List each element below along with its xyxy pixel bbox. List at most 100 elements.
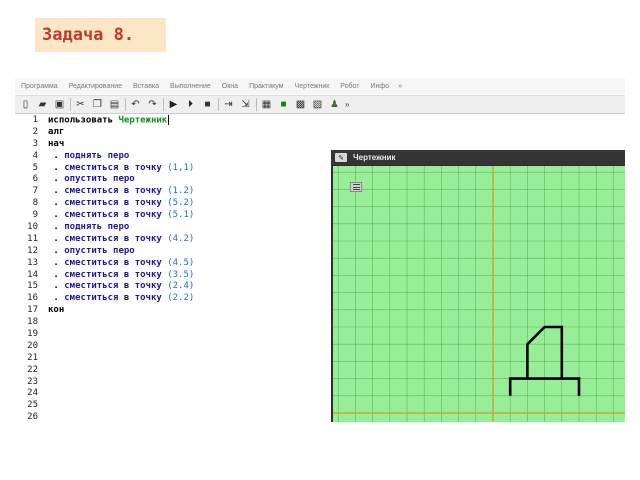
code-line[interactable]: . опустить перо [48, 174, 348, 186]
menu-item[interactable]: Выполнение [164, 83, 216, 90]
code-line[interactable]: . поднять перо [48, 151, 348, 163]
save-icon[interactable]: ▣ [53, 98, 66, 111]
cut-icon[interactable]: ✂ [74, 98, 87, 111]
line-number: 25 [27, 400, 38, 411]
code-token: сместиться в точку [64, 257, 168, 268]
code-token: сместиться в точку [64, 281, 168, 292]
code-line[interactable] [48, 388, 348, 400]
code-line[interactable] [48, 412, 348, 422]
code-line[interactable] [48, 353, 348, 365]
step-into-icon[interactable]: ⇲ [239, 98, 252, 111]
code-token: кон [48, 305, 65, 316]
code-token: сместиться в точку [64, 269, 168, 280]
grid-tools-icon[interactable]: ▧ [311, 98, 324, 111]
code-line[interactable] [48, 365, 348, 377]
code-line[interactable]: . сместиться в точку (4.2) [48, 234, 348, 246]
drawer-window: ✎ Чертежник [331, 150, 625, 422]
code-line[interactable] [48, 341, 348, 353]
code-line[interactable]: . сместиться в точку (1.2) [48, 186, 348, 198]
drawer-title: Чертежник [353, 153, 396, 162]
line-number: 13 [27, 257, 38, 268]
code-line[interactable]: . сместиться в точку (2.4) [48, 281, 348, 293]
code-line[interactable] [48, 377, 348, 389]
menu-item[interactable]: Робот [334, 83, 364, 90]
canvas-background [333, 166, 625, 422]
menu-bar: Программа Редактирование Вставка Выполнение… [15, 78, 625, 94]
grid-icon[interactable]: ▩ [294, 98, 307, 111]
kumir-window: Программа Редактирование Вставка Выполнение… [15, 78, 625, 422]
code-token: (2.2) [167, 293, 195, 304]
code-token: опустить перо [64, 174, 135, 185]
code-token: . [48, 281, 65, 292]
menu-more-icon[interactable]: » [394, 83, 406, 90]
code-line[interactable] [48, 329, 348, 341]
code-line[interactable]: . сместиться в точку (1,1) [48, 163, 348, 175]
menu-item[interactable]: Чертежник [289, 83, 335, 90]
stop-icon[interactable]: ■ [201, 98, 214, 111]
run-step-icon[interactable]: ⏵ [184, 98, 197, 111]
code-token: (5.1) [167, 210, 195, 221]
code-text[interactable]: использовать Чертежник алг нач . поднять п… [48, 115, 348, 422]
canvas-menu-button[interactable] [350, 182, 362, 192]
code-line[interactable]: алг [48, 127, 348, 139]
toolbar-more-icon[interactable]: » [345, 100, 349, 109]
code-line[interactable]: использовать Чертежник [48, 115, 348, 127]
line-number: 22 [27, 364, 38, 375]
step-over-icon[interactable]: ⇥ [222, 98, 235, 111]
line-number: 24 [27, 388, 38, 399]
drawer-titlebar[interactable]: ✎ Чертежник [331, 150, 625, 165]
code-line[interactable]: кон [48, 305, 348, 317]
open-folder-icon[interactable]: ▰ [36, 98, 49, 111]
code-token: . [48, 245, 65, 256]
code-line[interactable] [48, 317, 348, 329]
toolbar-separator [256, 98, 257, 111]
code-token: поднять перо [64, 150, 130, 161]
code-line[interactable]: . сместиться в точку (3.5) [48, 270, 348, 282]
code-token: использовать [48, 115, 119, 126]
panel-icon[interactable]: ▦ [260, 98, 273, 111]
new-file-icon[interactable]: ▯ [19, 98, 32, 111]
line-number-gutter: 1 2 3 4 5 6 7 8 9 10 11 12 13 14 15 16 17 18 19 20 21 22 23 24 2… [15, 115, 42, 422]
menu-item[interactable]: Окна [216, 83, 243, 90]
line-number: 2 [32, 126, 38, 137]
code-token: . [48, 293, 65, 304]
code-line[interactable]: . сместиться в точку (5.2) [48, 198, 348, 210]
line-number: 7 [32, 186, 38, 197]
toolbar-separator [218, 98, 219, 111]
pin-icon[interactable]: ✎ [335, 153, 347, 162]
code-token: (4.2) [167, 233, 195, 244]
code-line[interactable]: . поднять перо [48, 222, 348, 234]
drawer-canvas[interactable] [333, 166, 625, 422]
menu-item[interactable]: Инфо [365, 83, 395, 90]
robot-icon[interactable]: ♟ [328, 98, 341, 111]
copy-icon[interactable]: ❐ [91, 98, 104, 111]
menu-item[interactable]: Практикум [243, 83, 288, 90]
code-line[interactable]: . опустить перо [48, 246, 348, 258]
code-token: (4.5) [167, 257, 195, 268]
paste-icon[interactable]: ▤ [108, 98, 121, 111]
menu-item[interactable]: Программа [15, 83, 63, 90]
code-line[interactable]: . сместиться в точку (5.1) [48, 210, 348, 222]
line-number: 11 [27, 233, 38, 244]
undo-icon[interactable]: ↶ [129, 98, 142, 111]
code-line[interactable]: нач [48, 139, 348, 151]
run-icon[interactable]: ▶ [167, 98, 180, 111]
line-number: 18 [27, 317, 38, 328]
code-line[interactable] [48, 400, 348, 412]
code-token: . [48, 257, 65, 268]
green-square-icon[interactable]: ■ [277, 98, 290, 111]
menu-item[interactable]: Редактирование [63, 83, 127, 90]
code-line[interactable]: . сместиться в точку (2.2) [48, 293, 348, 305]
code-token: Чертежник [118, 115, 168, 126]
code-token: нач [48, 138, 65, 149]
code-line[interactable]: . сместиться в точку (4.5) [48, 258, 348, 270]
menu-item[interactable]: Вставка [127, 83, 164, 90]
drawer-canvas-svg[interactable] [333, 166, 625, 422]
code-token: алг [48, 126, 65, 137]
line-number: 9 [32, 210, 38, 221]
toolbar-separator [125, 98, 126, 111]
code-token: (3.5) [167, 269, 195, 280]
redo-icon[interactable]: ↷ [146, 98, 159, 111]
code-token: . [48, 233, 65, 244]
line-number: 14 [27, 269, 38, 280]
